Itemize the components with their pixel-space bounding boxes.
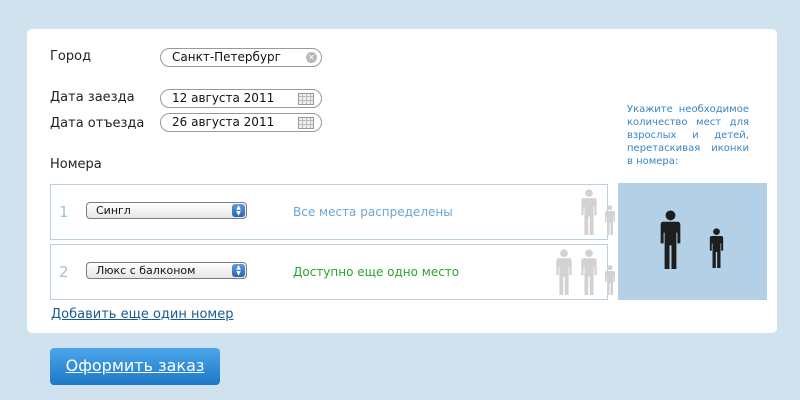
child-person-icon[interactable] xyxy=(604,265,616,295)
room-type-select[interactable]: Люкс с балконом ▲ ▼ xyxy=(86,262,247,279)
checkout-value: 26 августа 2011 xyxy=(172,115,275,129)
room-number: 2 xyxy=(59,263,69,281)
drag-hint-text: Укажите необходимое количество мест для … xyxy=(627,104,749,167)
room-row-1[interactable]: 1 Сингл ▲ ▼ Все места распределены xyxy=(50,184,615,240)
child-person-icon[interactable] xyxy=(706,228,727,268)
room-status: Все места распределены xyxy=(293,205,453,219)
rooms-label: Номера xyxy=(50,157,102,172)
place-order-button[interactable]: Оформить заказ xyxy=(50,348,220,385)
checkin-label: Дата заезда xyxy=(50,90,135,105)
room-row-2[interactable]: 2 Люкс с балконом ▲ ▼ Доступно еще одно м… xyxy=(50,244,615,300)
select-arrows-icon[interactable]: ▲ ▼ xyxy=(232,204,245,217)
clear-icon[interactable]: ✕ xyxy=(306,52,317,63)
room-type-value: Сингл xyxy=(96,204,131,217)
adult-person-icon[interactable] xyxy=(580,249,598,295)
room-number: 1 xyxy=(59,203,69,221)
calendar-icon[interactable] xyxy=(298,93,314,105)
room-type-value: Люкс с балконом xyxy=(96,264,196,277)
room-type-select[interactable]: Сингл ▲ ▼ xyxy=(86,202,247,219)
booking-panel: Город Санкт-Петербург ✕ Дата заезда 12 а… xyxy=(27,29,777,333)
room-status: Доступно еще одно место xyxy=(293,265,460,279)
checkin-date-field[interactable]: 12 августа 2011 xyxy=(160,89,322,108)
checkout-label: Дата отъезда xyxy=(50,116,145,131)
adult-person-icon[interactable] xyxy=(555,249,573,295)
add-room-link[interactable]: Добавить еще один номер xyxy=(51,307,233,322)
select-arrows-icon[interactable]: ▲ ▼ xyxy=(232,264,245,277)
adult-person-icon[interactable] xyxy=(580,189,598,235)
city-input[interactable]: Санкт-Петербург ✕ xyxy=(160,48,322,67)
city-label: Город xyxy=(50,49,92,64)
checkout-date-field[interactable]: 26 августа 2011 xyxy=(160,113,322,132)
city-value: Санкт-Петербург xyxy=(172,50,281,64)
calendar-icon[interactable] xyxy=(298,117,314,129)
guest-icons-palette xyxy=(618,183,767,300)
adult-person-icon[interactable] xyxy=(659,210,682,269)
checkin-value: 12 августа 2011 xyxy=(172,91,275,105)
child-person-icon[interactable] xyxy=(604,205,616,235)
